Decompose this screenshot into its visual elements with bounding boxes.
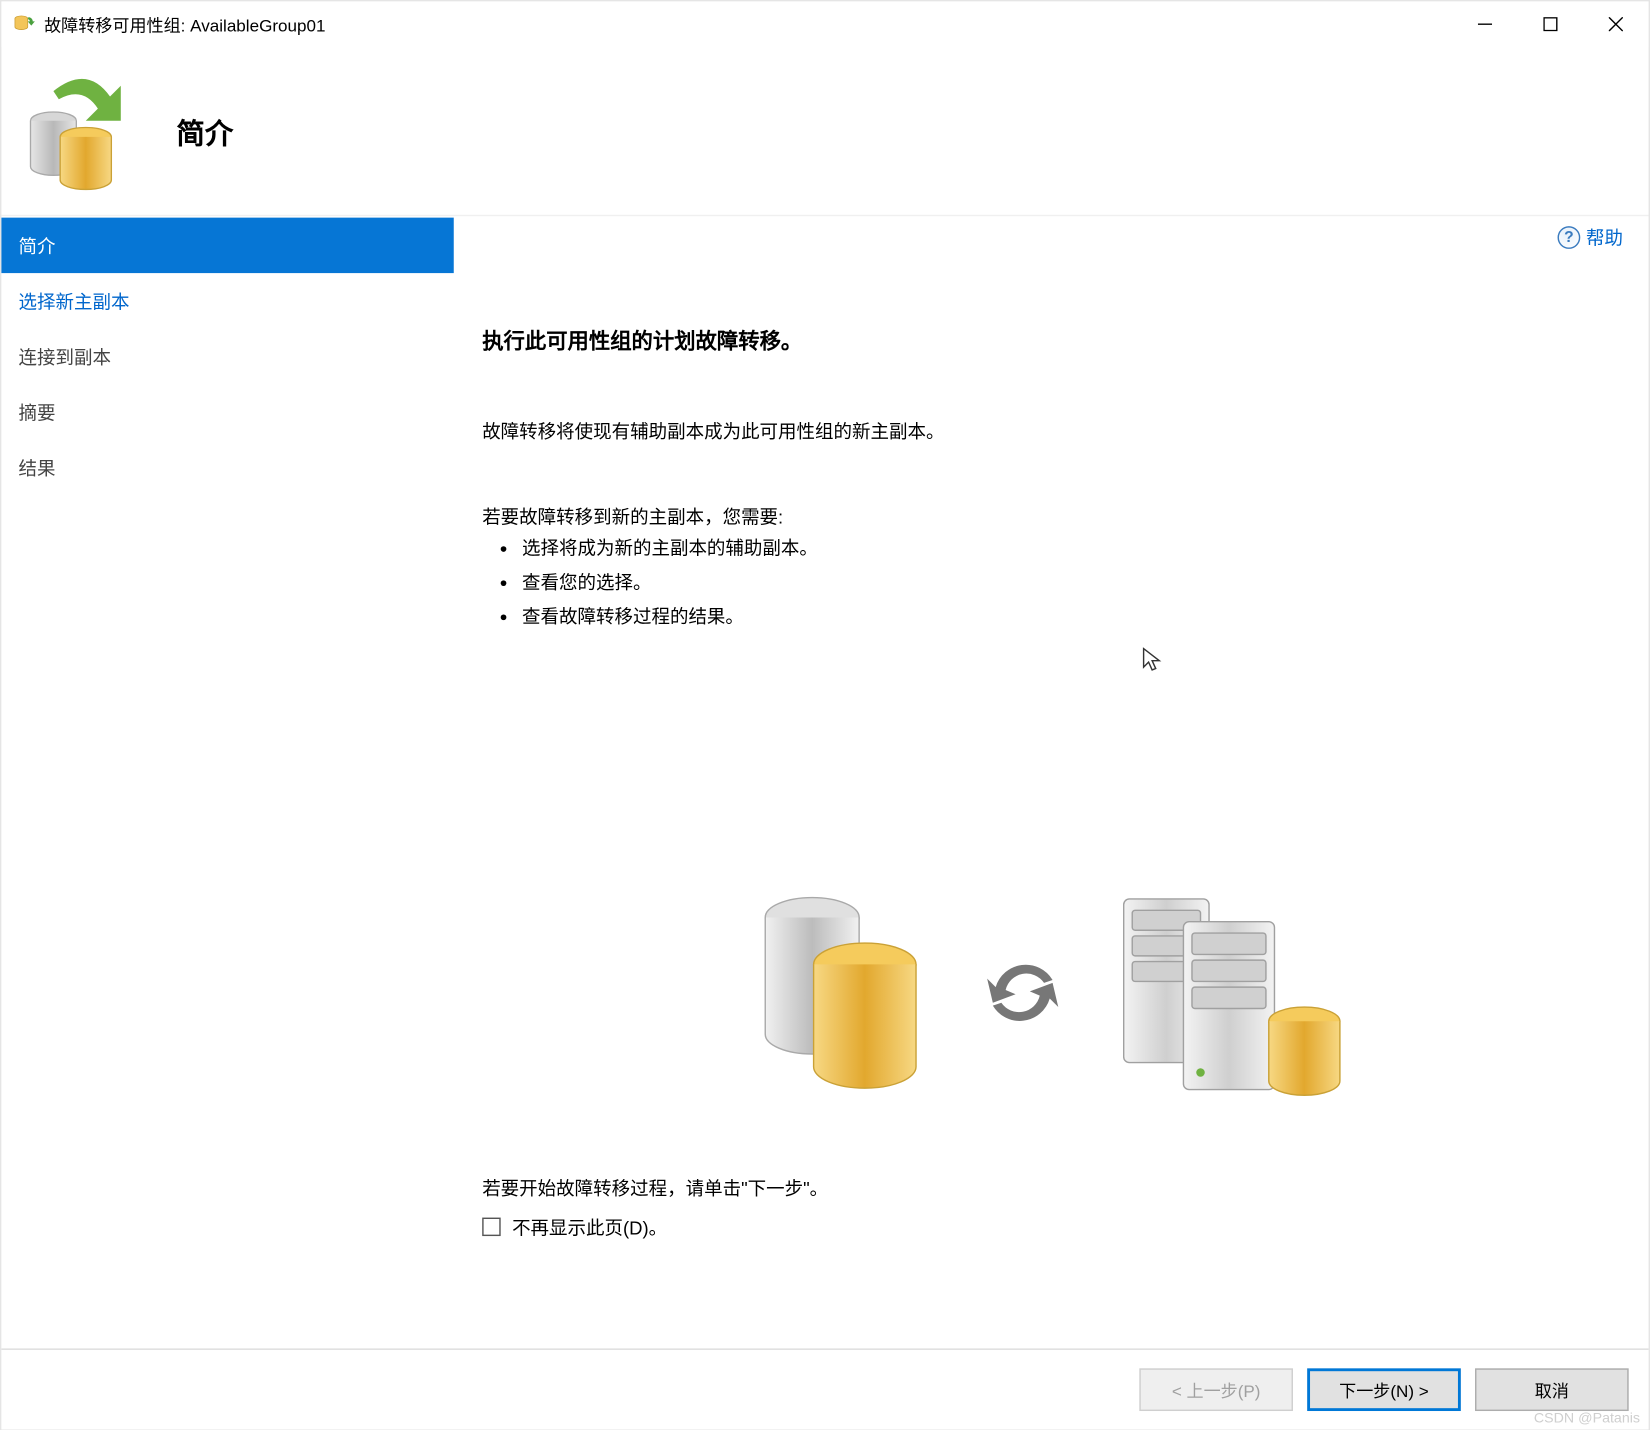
- database-icon: [748, 886, 933, 1099]
- wizard-header: 简介: [1, 47, 1648, 216]
- content-paragraph: 故障转移将使现有辅助副本成为此可用性组的新主副本。: [482, 415, 1611, 450]
- wizard-header-icon: [13, 67, 148, 195]
- steps-list: 选择将成为新的主副本的辅助副本。 查看您的选择。 查看故障转移过程的结果。: [482, 532, 1611, 635]
- title-bar[interactable]: 故障转移可用性组: AvailableGroup01: [1, 1, 1648, 47]
- app-icon: [13, 13, 36, 36]
- step-item: 查看您的选择。: [522, 566, 1612, 600]
- sync-arrows-icon: [981, 952, 1063, 1034]
- window-title: 故障转移可用性组: AvailableGroup01: [44, 12, 325, 36]
- nav-item-select-replica[interactable]: 选择新主副本: [1, 273, 453, 328]
- cursor-icon: [1142, 647, 1168, 673]
- back-button: < 上一步(P): [1139, 1368, 1293, 1411]
- maximize-button[interactable]: [1518, 1, 1583, 47]
- minimize-button[interactable]: [1452, 1, 1517, 47]
- wizard-content: ? 帮助 执行此可用性组的计划故障转移。 故障转移将使现有辅助副本成为此可用性组…: [454, 218, 1649, 1350]
- nav-item-result[interactable]: 结果: [1, 440, 453, 495]
- next-button[interactable]: 下一步(N) >: [1307, 1368, 1461, 1411]
- wizard-sidebar: 简介 选择新主副本 连接到副本 摘要 结果: [1, 218, 453, 1350]
- bottom-hint: 若要开始故障转移过程，请单击"下一步"。: [482, 1173, 828, 1200]
- wizard-header-title: 简介: [176, 110, 233, 151]
- nav-item-intro[interactable]: 简介: [1, 218, 453, 273]
- cancel-button[interactable]: 取消: [1475, 1368, 1629, 1411]
- servers-icon: [1112, 879, 1354, 1107]
- wizard-body: 简介 选择新主副本 连接到副本 摘要 结果 ? 帮助 执行此可用性组的计划故障转…: [1, 218, 1648, 1350]
- dont-show-again-label: 不再显示此页(D)。: [512, 1213, 667, 1240]
- close-button[interactable]: [1583, 1, 1648, 47]
- window-controls: [1452, 1, 1648, 47]
- wizard-footer: < 上一步(P) 下一步(N) > 取消: [1, 1348, 1648, 1429]
- steps-intro: 若要故障转移到新的主副本，您需要:: [482, 502, 1611, 529]
- dont-show-again-row[interactable]: 不再显示此页(D)。: [482, 1213, 667, 1240]
- illustration: [748, 879, 1354, 1107]
- help-link[interactable]: ? 帮助: [1558, 223, 1623, 250]
- step-item: 查看故障转移过程的结果。: [522, 600, 1612, 634]
- nav-item-connect-replica[interactable]: 连接到副本: [1, 329, 453, 384]
- content-heading: 执行此可用性组的计划故障转移。: [482, 326, 1611, 356]
- dont-show-again-checkbox[interactable]: [482, 1218, 500, 1236]
- title-left: 故障转移可用性组: AvailableGroup01: [13, 12, 326, 36]
- step-item: 选择将成为新的主副本的辅助副本。: [522, 532, 1612, 566]
- help-label: 帮助: [1586, 223, 1623, 250]
- nav-item-summary[interactable]: 摘要: [1, 384, 453, 439]
- help-icon: ?: [1558, 225, 1581, 248]
